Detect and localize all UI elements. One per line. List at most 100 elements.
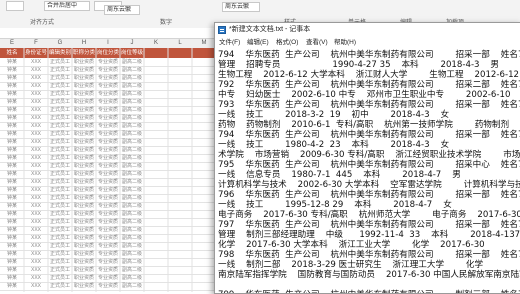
spreadsheet-grid[interactable]: 姓名 身份证号 编辑类别 职称分类 岗位分类 岗位等级 钟某 XXX 正式员工 职业资… — [0, 48, 216, 292]
table-cell[interactable]: 钟某 — [0, 242, 24, 250]
table-cell[interactable]: 副高二级 — [120, 186, 144, 194]
table-cell[interactable]: 职业资质 — [72, 266, 96, 274]
table-cell[interactable]: 正式员工 — [48, 178, 72, 186]
menu-format[interactable]: 格式(O) — [276, 37, 298, 48]
table-cell[interactable]: 专业资质 — [96, 282, 120, 290]
menu-help[interactable]: 帮助(H) — [334, 37, 356, 48]
table-cell[interactable]: 专业资质 — [96, 178, 120, 186]
table-cell[interactable]: XXX — [24, 234, 48, 242]
table-cell[interactable]: 正式员工 — [48, 234, 72, 242]
table-cell[interactable]: XXX — [24, 66, 48, 74]
table-cell[interactable]: 职业资质 — [72, 170, 96, 178]
col-letter[interactable]: L — [168, 39, 192, 48]
table-cell[interactable]: 职业资质 — [72, 74, 96, 82]
col-letter[interactable]: K — [144, 39, 168, 48]
col-letter[interactable]: E — [0, 39, 24, 48]
table-cell[interactable]: XXX — [24, 74, 48, 82]
table-cell[interactable]: 钟某 — [0, 58, 24, 66]
table-cell[interactable]: 钟某 — [0, 194, 24, 202]
table-cell[interactable]: 职业资质 — [72, 250, 96, 258]
table-cell[interactable]: 副高二级 — [120, 154, 144, 162]
table-cell[interactable]: XXX — [24, 210, 48, 218]
table-cell[interactable]: 职业资质 — [72, 194, 96, 202]
table-cell[interactable]: 副高二级 — [120, 138, 144, 146]
table-cell[interactable]: 专业资质 — [96, 146, 120, 154]
table-cell[interactable]: 正式员工 — [48, 162, 72, 170]
header-cell[interactable]: 姓名 — [0, 48, 24, 58]
table-cell[interactable]: 钟某 — [0, 226, 24, 234]
table-cell[interactable]: 专业资质 — [96, 274, 120, 282]
table-cell[interactable]: 专业资质 — [96, 250, 120, 258]
table-cell[interactable]: 专业资质 — [96, 202, 120, 210]
col-letter[interactable]: I — [96, 39, 120, 48]
table-cell[interactable]: XXX — [24, 106, 48, 114]
table-cell[interactable]: 正式员工 — [48, 226, 72, 234]
table-cell[interactable]: 副高二级 — [120, 82, 144, 90]
table-cell[interactable]: 职业资质 — [72, 130, 96, 138]
table-cell[interactable]: 职业资质 — [72, 258, 96, 266]
table-cell[interactable]: 正式员工 — [48, 114, 72, 122]
table-cell[interactable]: 专业资质 — [96, 194, 120, 202]
table-cell[interactable]: 钟某 — [0, 250, 24, 258]
table-cell[interactable]: 正式员工 — [48, 194, 72, 202]
table-cell[interactable]: 钟某 — [0, 98, 24, 106]
notepad-titlebar[interactable]: *新建文本文档.txt - 记事本 — [215, 23, 520, 38]
table-cell[interactable]: 副高二级 — [120, 114, 144, 122]
table-cell[interactable]: 专业资质 — [96, 130, 120, 138]
table-cell[interactable]: 副高二级 — [120, 194, 144, 202]
ribbon-chip-3[interactable]: 周东云徽 — [104, 5, 140, 15]
menu-file[interactable]: 文件(F) — [219, 37, 240, 48]
table-cell[interactable]: XXX — [24, 98, 48, 106]
table-cell[interactable]: 副高二级 — [120, 90, 144, 98]
table-cell[interactable]: XXX — [24, 162, 48, 170]
table-cell[interactable]: XXX — [24, 186, 48, 194]
table-cell[interactable]: 钟某 — [0, 90, 24, 98]
table-cell[interactable]: 专业资质 — [96, 58, 120, 66]
table-cell[interactable]: 副高二级 — [120, 242, 144, 250]
table-cell[interactable]: 正式员工 — [48, 90, 72, 98]
table-cell[interactable]: 正式员工 — [48, 186, 72, 194]
table-cell[interactable]: 钟某 — [0, 66, 24, 74]
table-cell[interactable]: 职业资质 — [72, 154, 96, 162]
table-cell[interactable]: 副高二级 — [120, 266, 144, 274]
table-cell[interactable]: 副高二级 — [120, 210, 144, 218]
table-cell[interactable]: 钟某 — [0, 266, 24, 274]
table-cell[interactable]: 正式员工 — [48, 146, 72, 154]
notepad-window[interactable]: *新建文本文档.txt - 记事本 文件(F) 编辑(E) 格式(O) 查看(V… — [214, 22, 520, 294]
header-cell[interactable]: 编辑类别 — [48, 48, 72, 58]
table-cell[interactable]: 钟某 — [0, 154, 24, 162]
table-cell[interactable]: 专业资质 — [96, 234, 120, 242]
table-cell[interactable]: 专业资质 — [96, 90, 120, 98]
col-letter[interactable]: M — [192, 39, 216, 48]
table-cell[interactable]: 职业资质 — [72, 106, 96, 114]
table-cell[interactable]: 正式员工 — [48, 242, 72, 250]
table-cell[interactable]: 职业资质 — [72, 162, 96, 170]
table-cell[interactable]: 副高二级 — [120, 106, 144, 114]
table-cell[interactable]: 正式员工 — [48, 218, 72, 226]
table-cell[interactable]: XXX — [24, 170, 48, 178]
table-cell[interactable]: 职业资质 — [72, 242, 96, 250]
col-letter[interactable]: H — [72, 39, 96, 48]
table-cell[interactable]: 钟某 — [0, 114, 24, 122]
table-cell[interactable]: 副高二级 — [120, 202, 144, 210]
table-cell[interactable]: 专业资质 — [96, 66, 120, 74]
table-cell[interactable]: 专业资质 — [96, 122, 120, 130]
table-cell[interactable]: 专业资质 — [96, 114, 120, 122]
table-cell[interactable]: XXX — [24, 138, 48, 146]
table-cell[interactable]: XXX — [24, 154, 48, 162]
table-cell[interactable]: 正式员工 — [48, 210, 72, 218]
table-cell[interactable]: 钟某 — [0, 130, 24, 138]
col-letter[interactable]: G — [48, 39, 72, 48]
table-cell[interactable]: XXX — [24, 90, 48, 98]
table-cell[interactable]: 钟某 — [0, 74, 24, 82]
table-cell[interactable]: 钟某 — [0, 106, 24, 114]
table-cell[interactable]: 正式员工 — [48, 122, 72, 130]
table-cell[interactable]: 专业资质 — [96, 154, 120, 162]
table-cell[interactable]: XXX — [24, 82, 48, 90]
table-cell[interactable]: XXX — [24, 250, 48, 258]
wrap-text-button[interactable] — [6, 1, 24, 11]
table-cell[interactable]: 正式员工 — [48, 282, 72, 290]
table-cell[interactable]: 职业资质 — [72, 114, 96, 122]
table-cell[interactable]: XXX — [24, 266, 48, 274]
table-cell[interactable]: 副高二级 — [120, 178, 144, 186]
